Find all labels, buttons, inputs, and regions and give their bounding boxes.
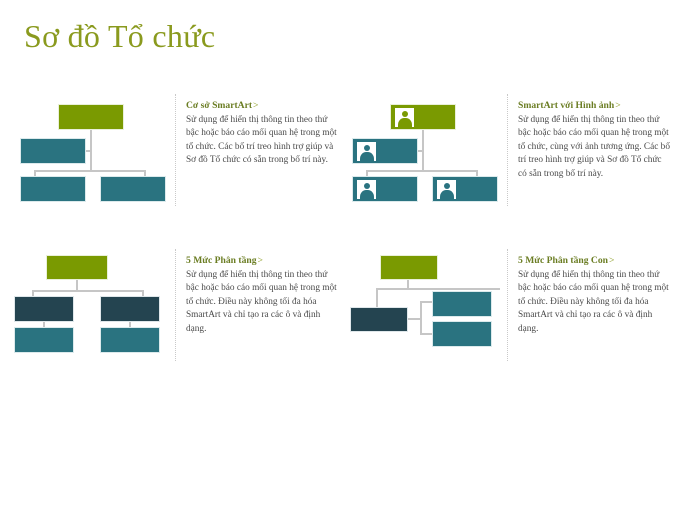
gallery-item-body: Sử dụng để hiển thị thông tin theo thứ b… [518,269,669,334]
person-icon [357,180,376,199]
gallery-item-description: 5 Mức Phân tầng> Sử dụng để hiển thị thô… [186,255,338,336]
connector-bus [32,290,144,292]
org-node-child-2 [100,176,166,202]
gallery-item-title[interactable]: SmartArt với Hình ảnh> [518,100,670,113]
connector-bus [376,288,500,290]
org-node-level3-left [14,327,74,353]
chevron-right-icon: > [615,100,621,111]
connector-bracket [420,301,432,335]
person-icon [357,142,376,161]
gallery-item-body: Sử dụng để hiển thị thông tin theo thứ b… [186,114,337,166]
gallery-item-description: SmartArt với Hình ảnh> Sử dụng để hiển t… [518,100,670,181]
org-chart-preview-basic[interactable] [8,92,168,214]
gallery-item-co-so-smartart[interactable]: Cơ sở SmartArt> Sử dụng để hiển thị thôn… [8,92,338,217]
gallery-item-title-text: 5 Mức Phân tầng [186,255,257,266]
org-node-child-1 [20,176,86,202]
layout-gallery: Cơ sở SmartArt> Sử dụng để hiển thị thôn… [0,92,675,382]
org-node-child-2 [432,176,498,202]
org-node-level2-left [350,307,408,332]
cell-divider [175,249,176,361]
chevron-right-icon: > [253,100,259,111]
gallery-item-description: Cơ sở SmartArt> Sử dụng để hiển thị thôn… [186,100,338,168]
connector-bus [366,170,478,172]
gallery-item-title[interactable]: 5 Mức Phân tầng Con> [518,255,670,268]
cell-divider [507,94,508,206]
gallery-item-title-text: SmartArt với Hình ảnh [518,100,615,111]
gallery-item-title-text: Cơ sở SmartArt [186,100,253,111]
cell-divider [175,94,176,206]
gallery-item-title-text: 5 Mức Phân tầng Con [518,255,608,266]
connector-bus [34,170,146,172]
connector-assistant [418,150,424,152]
gallery-item-smartart-voi-hinh-anh[interactable]: SmartArt với Hình ảnh> Sử dụng để hiển t… [340,92,670,217]
org-node-assistant [352,138,418,164]
org-node-level3-bottom [432,321,492,347]
connector-assistant [86,150,92,152]
org-node-root [58,104,124,130]
person-icon [437,180,456,199]
gallery-item-5-muc-phan-tang-con[interactable]: 5 Mức Phân tầng Con> Sử dụng để hiển thị… [340,247,670,372]
gallery-item-body: Sử dụng để hiển thị thông tin theo thứ b… [186,269,337,334]
org-node-root [46,255,108,280]
gallery-item-5-muc-phan-tang[interactable]: 5 Mức Phân tầng> Sử dụng để hiển thị thô… [8,247,338,372]
gallery-item-title[interactable]: 5 Mức Phân tầng> [186,255,338,268]
person-icon [395,108,414,127]
connector-to-bracket [408,318,420,320]
org-node-level3-top [432,291,492,317]
page-title: Sơ đồ Tổ chức [24,18,216,54]
gallery-item-body: Sử dụng để hiển thị thông tin theo thứ b… [518,114,670,179]
gallery-item-title[interactable]: Cơ sở SmartArt> [186,100,338,113]
org-chart-preview-picture[interactable] [340,92,500,214]
gallery-item-description: 5 Mức Phân tầng Con> Sử dụng để hiển thị… [518,255,670,336]
org-chart-preview-hierarchy[interactable] [8,247,168,369]
org-node-root [380,255,438,280]
org-node-root [390,104,456,130]
org-node-level3-right [100,327,160,353]
org-node-assistant [20,138,86,164]
chevron-right-icon: > [608,255,615,266]
org-chart-preview-hierarchy-child[interactable] [340,247,500,369]
org-node-level2-right [100,296,160,322]
chevron-right-icon: > [257,255,263,266]
org-node-child-1 [352,176,418,202]
org-node-level2-left [14,296,74,322]
cell-divider [507,249,508,361]
